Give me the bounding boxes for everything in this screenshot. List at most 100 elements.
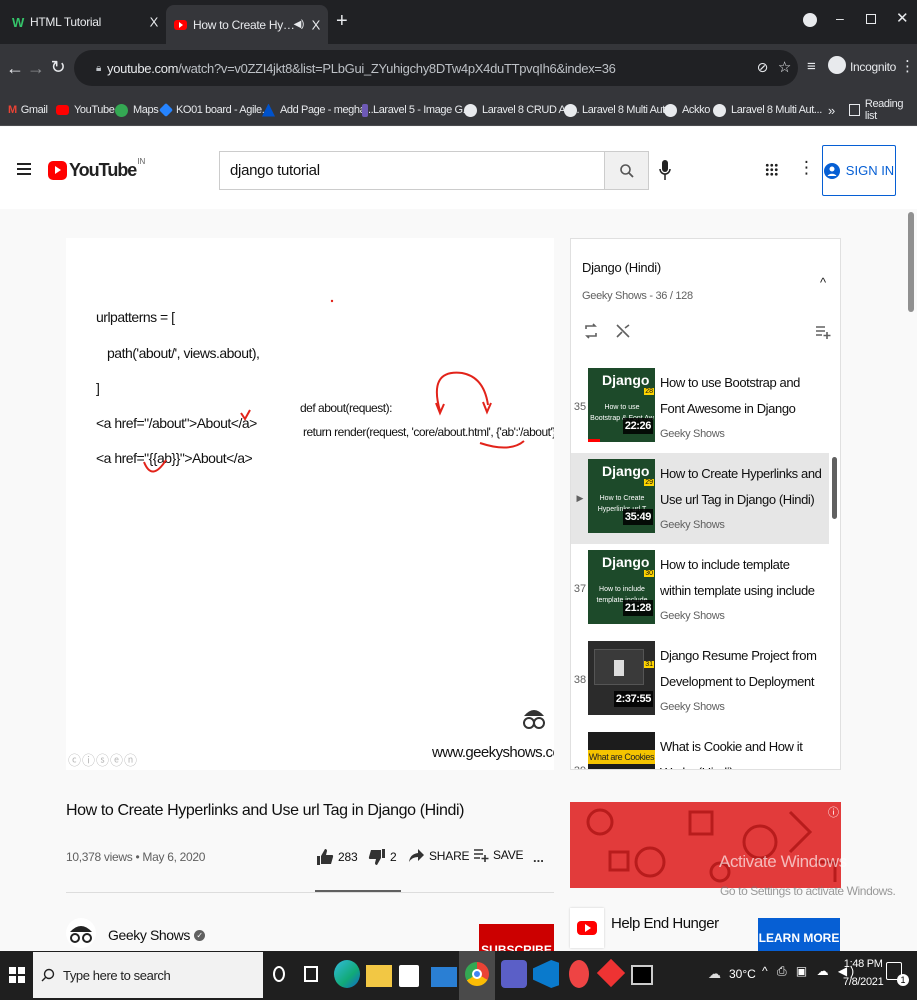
divider bbox=[66, 892, 554, 893]
channel-avatar[interactable] bbox=[66, 918, 96, 948]
terminal-icon[interactable] bbox=[631, 965, 653, 985]
site-icon bbox=[713, 103, 726, 117]
bookmark-laravel-image[interactable]: Laravel 5 - Image G... bbox=[362, 100, 471, 120]
temperature-label[interactable]: 30°C bbox=[729, 967, 756, 981]
ad-banner[interactable]: ⓘ bbox=[570, 802, 841, 888]
taskbar-search-placeholder: Type here to search bbox=[63, 967, 171, 983]
edge-icon[interactable] bbox=[334, 960, 360, 988]
chrome-active-slot[interactable] bbox=[459, 951, 495, 1000]
save-playlist-icon[interactable] bbox=[815, 325, 831, 339]
reading-list-button[interactable]: Reading list bbox=[849, 98, 917, 122]
more-actions-button[interactable]: ... bbox=[533, 850, 544, 865]
thumbs-down-icon bbox=[368, 849, 385, 865]
cortana-icon[interactable] bbox=[273, 966, 285, 982]
back-arrow-icon[interactable]: ← bbox=[4, 58, 26, 79]
playlist-item[interactable]: 38 31 2:37:55 Django Resume Project from… bbox=[571, 635, 829, 726]
jira-icon bbox=[158, 102, 174, 118]
playlist-item[interactable]: 35 Django 28 How to use Bootstrap & Font… bbox=[571, 362, 829, 453]
view-count-date: 10,378 views • May 6, 2020 bbox=[66, 850, 206, 864]
incognito-avatar-icon[interactable] bbox=[828, 56, 846, 74]
settings-menu-icon[interactable]: ⋮ bbox=[798, 158, 815, 178]
playlist-scrollbar[interactable] bbox=[832, 457, 837, 519]
voice-search-icon[interactable] bbox=[658, 159, 672, 183]
youtube-logo[interactable]: YouTube IN bbox=[48, 157, 145, 181]
bookmark-gmail[interactable]: M Gmail bbox=[8, 100, 48, 120]
bookmarks-overflow-button[interactable]: » bbox=[828, 100, 835, 120]
opera-icon[interactable] bbox=[569, 960, 589, 988]
profile-dot-icon[interactable] bbox=[803, 13, 817, 27]
incognito-label: Incognito bbox=[850, 60, 897, 74]
bookmark-laravel-multi-1[interactable]: Laravel 8 Multi Aut... bbox=[564, 100, 673, 120]
taskbar-search-box[interactable]: Type here to search bbox=[33, 952, 263, 998]
task-view-icon[interactable] bbox=[304, 966, 318, 982]
close-window-icon[interactable]: ✕ bbox=[896, 9, 909, 27]
bookmark-label: Maps bbox=[133, 104, 159, 116]
media-queue-icon[interactable]: ≡ bbox=[807, 58, 816, 75]
mail-icon[interactable] bbox=[431, 967, 457, 987]
sign-in-label: SIGN IN bbox=[845, 163, 895, 178]
speaker-icon[interactable]: ◀) bbox=[294, 19, 305, 30]
search-icon bbox=[619, 163, 634, 178]
share-label: SHARE bbox=[429, 848, 470, 863]
subscribe-button[interactable]: SUBSCRIBE bbox=[479, 924, 554, 951]
collapse-chevron-icon[interactable]: ^ bbox=[820, 275, 826, 290]
shuffle-icon[interactable] bbox=[616, 323, 630, 339]
channel-name[interactable]: Geeky Shows ✓ bbox=[108, 927, 205, 943]
file-explorer-icon[interactable] bbox=[366, 965, 392, 987]
store-icon[interactable] bbox=[399, 965, 419, 987]
teams-icon[interactable] bbox=[501, 960, 527, 988]
ad-info-icon[interactable]: ⓘ bbox=[828, 804, 839, 820]
share-arrow-icon bbox=[409, 849, 424, 862]
apps-grid-icon[interactable] bbox=[765, 163, 778, 176]
bookmark-youtube[interactable]: YouTube bbox=[56, 100, 115, 120]
tab-html-tutorial[interactable]: W HTML Tutorial X bbox=[6, 7, 166, 37]
address-bar[interactable]: 🔒︎ youtube.com/watch?v=v0ZZI4jkt8&list=P… bbox=[74, 50, 798, 86]
loop-icon[interactable] bbox=[584, 323, 598, 339]
tab-close-button[interactable]: X bbox=[150, 15, 159, 30]
bookmark-ackko[interactable]: Ackko bbox=[664, 100, 710, 120]
minimize-icon[interactable]: – bbox=[836, 10, 844, 26]
playlist-item-current[interactable]: ▶ Django 29 How to Create Hyperlinks url… bbox=[571, 453, 829, 544]
maximize-icon[interactable] bbox=[866, 14, 876, 24]
share-button[interactable]: SHARE bbox=[408, 848, 470, 863]
site-icon bbox=[464, 103, 477, 117]
dislike-button[interactable]: 2 bbox=[368, 848, 397, 866]
bookmark-add-page[interactable]: Add Page - megha... bbox=[262, 100, 374, 120]
search-input[interactable]: django tutorial bbox=[219, 151, 605, 190]
playlist-item[interactable]: 37 Django 30 How to include template inc… bbox=[571, 544, 829, 635]
tab-title: HTML Tutorial bbox=[29, 15, 101, 29]
bookmark-ko01[interactable]: KO01 board - Agile... bbox=[158, 100, 270, 120]
bookmark-maps[interactable]: Maps bbox=[115, 100, 159, 120]
sign-in-button[interactable]: SIGN IN bbox=[822, 145, 896, 196]
hamburger-menu-icon[interactable] bbox=[17, 163, 31, 175]
tab-close-button[interactable]: X bbox=[312, 17, 321, 32]
ad-title[interactable]: Help End Hunger bbox=[611, 915, 719, 932]
bookmark-star-icon[interactable]: ☆ bbox=[778, 58, 791, 76]
weather-cloud-icon[interactable]: ☁ bbox=[708, 966, 721, 982]
playlist-title[interactable]: Django (Hindi) bbox=[582, 260, 661, 275]
forward-arrow-icon[interactable]: → bbox=[25, 58, 47, 79]
page-scrollbar[interactable] bbox=[908, 212, 914, 312]
save-button[interactable]: SAVE bbox=[473, 848, 524, 862]
thumb-badge: 31 bbox=[644, 661, 654, 668]
youtube-favicon-icon bbox=[174, 19, 187, 30]
new-tab-button[interactable]: + bbox=[336, 10, 348, 33]
video-player[interactable]: urlpatterns = [ path('about/', views.abo… bbox=[66, 238, 554, 770]
thumb-badge: 29 bbox=[644, 479, 654, 486]
tab-youtube-video[interactable]: How to Create Hyperlinks and ◀) X bbox=[166, 5, 328, 44]
reload-icon[interactable]: ↻ bbox=[47, 57, 69, 78]
clock[interactable]: 1:48 PM 7/8/2021 bbox=[843, 955, 884, 991]
bookmark-label: Gmail bbox=[20, 104, 48, 116]
search-button[interactable] bbox=[605, 151, 649, 190]
windows-start-icon[interactable] bbox=[9, 967, 25, 983]
bookmark-laravel-crud[interactable]: Laravel 8 CRUD Ap... bbox=[464, 100, 580, 120]
like-button[interactable]: 283 bbox=[316, 848, 358, 866]
thumb-django-label: Django bbox=[602, 463, 650, 479]
browser-tab-strip: W HTML Tutorial X How to Create Hyperlin… bbox=[0, 0, 917, 44]
browser-menu-icon[interactable]: ⋮ bbox=[900, 57, 915, 75]
tracking-off-icon[interactable]: ⊘ bbox=[757, 59, 769, 76]
clock-date: 7/8/2021 bbox=[843, 976, 884, 988]
learn-more-button[interactable]: LEARN MORE bbox=[758, 918, 840, 951]
bookmark-laravel-multi-2[interactable]: Laravel 8 Multi Aut... bbox=[713, 100, 822, 120]
playlist-item[interactable]: 39 What are Cookies What is Cookie and H… bbox=[571, 726, 829, 769]
